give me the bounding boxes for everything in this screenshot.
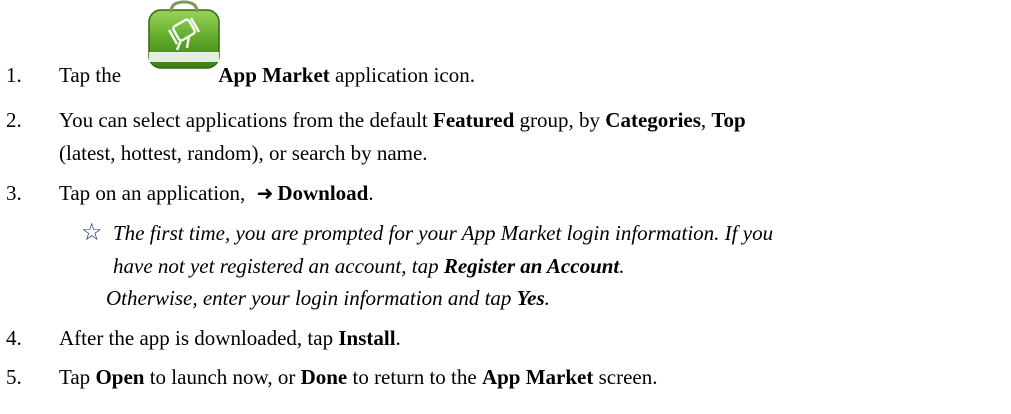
note-line-3: Otherwise, enter your login information …: [106, 286, 550, 310]
app-market-icon: [148, 0, 220, 69]
step-number: 3.: [6, 181, 22, 205]
step-number: 4.: [6, 326, 22, 350]
step-number: 1.: [6, 63, 22, 87]
step-text: You can select applications from the def…: [59, 108, 746, 132]
note-line-2: have not yet registered an account, tap …: [113, 254, 625, 278]
step-text: Tap on an application, ➜ Download.: [59, 177, 374, 211]
step-text: Tap Open to launch now, or Done to retur…: [59, 365, 658, 389]
right-arrow-icon: ➜: [256, 183, 274, 205]
step-text: After the app is downloaded, tap Install…: [59, 326, 401, 350]
step-text: Tap the App Market application icon.: [59, 63, 475, 87]
step-number: 2.: [6, 108, 22, 132]
step-number: 5.: [6, 365, 22, 389]
note-line-1: The first time, you are prompted for you…: [113, 221, 774, 245]
app-market-label: App Market: [218, 63, 330, 87]
star-outline-icon: ☆: [81, 220, 103, 246]
